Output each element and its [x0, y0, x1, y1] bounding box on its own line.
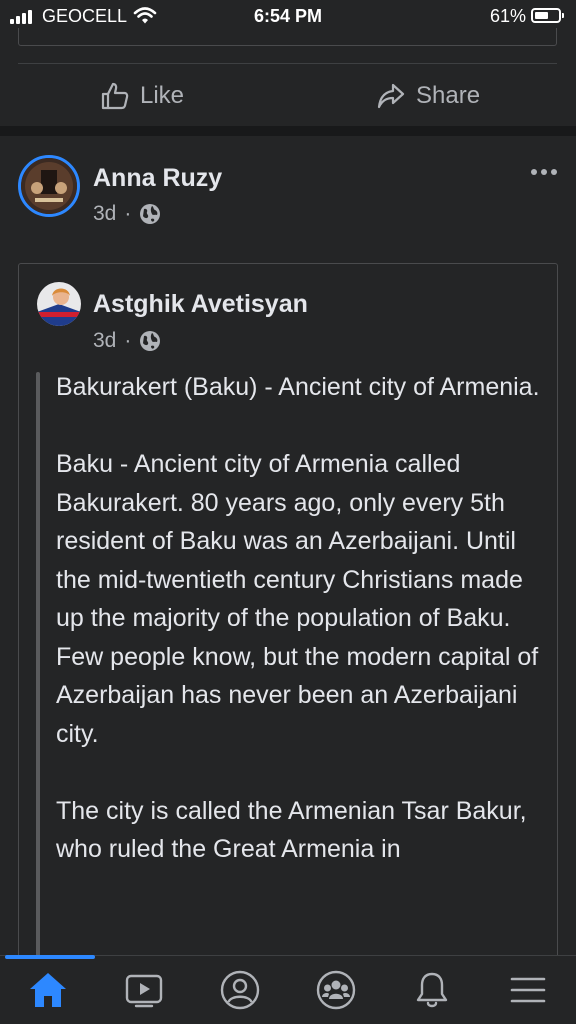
feed-separator	[0, 126, 576, 136]
quote-bar	[36, 372, 40, 972]
groups-icon[interactable]	[312, 966, 360, 1014]
share-label: Share	[416, 82, 481, 109]
post-text: Bakurakert (Baku) - Ancient city of Arme…	[56, 368, 546, 907]
share-arrow-icon	[377, 83, 405, 109]
like-button[interactable]: Like	[100, 78, 184, 114]
post-author-name[interactable]: Anna Ruzy	[93, 164, 222, 193]
divider	[18, 63, 557, 64]
post-paragraph: Baku - Ancient city of Armenia called Ba…	[56, 450, 539, 748]
like-label: Like	[140, 82, 185, 109]
menu-icon[interactable]	[504, 966, 552, 1014]
shared-post-meta: 3d ·	[93, 329, 161, 353]
profile-icon[interactable]	[216, 966, 264, 1014]
globe-icon	[140, 204, 161, 224]
separator: ·	[124, 202, 132, 225]
post-paragraph: Bakurakert (Baku) - Ancient city of Arme…	[56, 373, 540, 401]
post-meta: 3d ·	[93, 202, 161, 226]
battery-icon	[531, 8, 564, 23]
thumbs-up-icon	[101, 82, 129, 110]
shared-author-name[interactable]: Astghik Avetisyan	[93, 290, 308, 319]
notifications-icon[interactable]	[408, 966, 456, 1014]
separator: ·	[124, 329, 132, 352]
post-paragraph: The city is called the Armenian Tsar Bak…	[56, 796, 527, 864]
previous-post-attachment	[18, 28, 557, 46]
globe-icon	[140, 331, 161, 351]
watch-icon[interactable]	[120, 966, 168, 1014]
share-button[interactable]: Share	[376, 78, 480, 114]
avatar-image	[37, 282, 81, 326]
avatar-image	[21, 158, 77, 214]
post-timestamp[interactable]: 3d	[93, 202, 116, 226]
bottom-navigation	[0, 955, 576, 1024]
shared-author-avatar[interactable]	[37, 282, 81, 326]
more-options-icon[interactable]	[530, 160, 558, 183]
shared-post-timestamp[interactable]: 3d	[93, 329, 116, 353]
active-tab-indicator	[5, 955, 95, 959]
avatar[interactable]	[18, 155, 80, 217]
home-icon[interactable]	[24, 966, 72, 1014]
battery-percentage: 61%	[490, 6, 527, 26]
